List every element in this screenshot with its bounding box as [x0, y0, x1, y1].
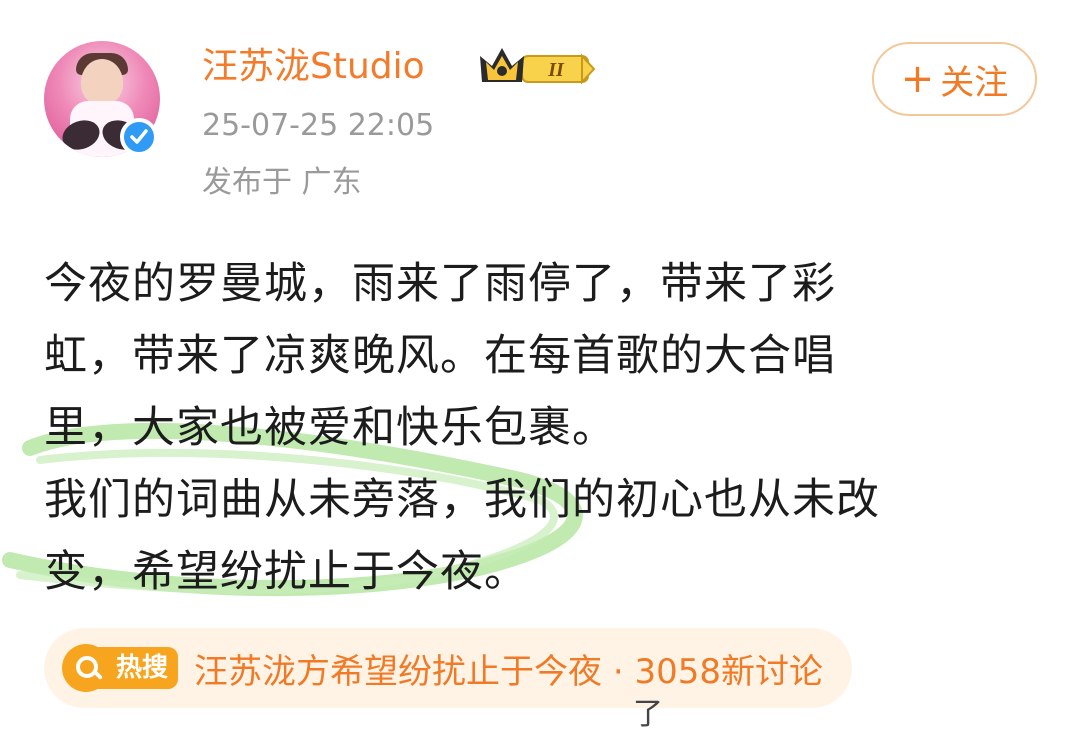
avatar-face [81, 59, 123, 105]
search-icon [62, 644, 110, 692]
post-line: 变，希望纷扰止于今夜。 [44, 547, 528, 597]
post-time: 25-07-25 22:05 [202, 108, 435, 143]
vip-level-text: II [547, 59, 565, 81]
post-line: 今夜的罗曼城，雨来了雨停了，带来了彩 [44, 259, 836, 309]
post-location: 发布于 广东 [202, 165, 362, 200]
follow-button[interactable]: + 关注 [872, 42, 1037, 116]
username[interactable]: 汪苏泷Studio [202, 42, 425, 92]
hot-search-link[interactable]: 热搜 汪苏泷方希望纷扰止于今夜 · 3058新讨论 [44, 628, 852, 708]
post-line: 里，大家也被爱和快乐包裹。 [44, 403, 616, 453]
plus-icon: + [900, 56, 935, 102]
follow-button-label: 关注 [940, 62, 1009, 103]
post-line: 我们的词曲从未旁落，我们的初心也从未改 [44, 475, 880, 525]
post-line: 虹，带来了凉爽晚风。在每首歌的大合唱 [44, 331, 836, 381]
post-content: 今夜的罗曼城，雨来了雨停了，带来了彩 虹，带来了凉爽晚风。在每首歌的大合唱 里，… [44, 248, 1034, 608]
verified-badge-icon [120, 118, 158, 156]
hot-search-text: 汪苏泷方希望纷扰止于今夜 · 3058新讨论 [194, 651, 823, 692]
cropped-text-fragment: 了 [633, 697, 663, 732]
vip-crown-icon: II [480, 48, 596, 85]
